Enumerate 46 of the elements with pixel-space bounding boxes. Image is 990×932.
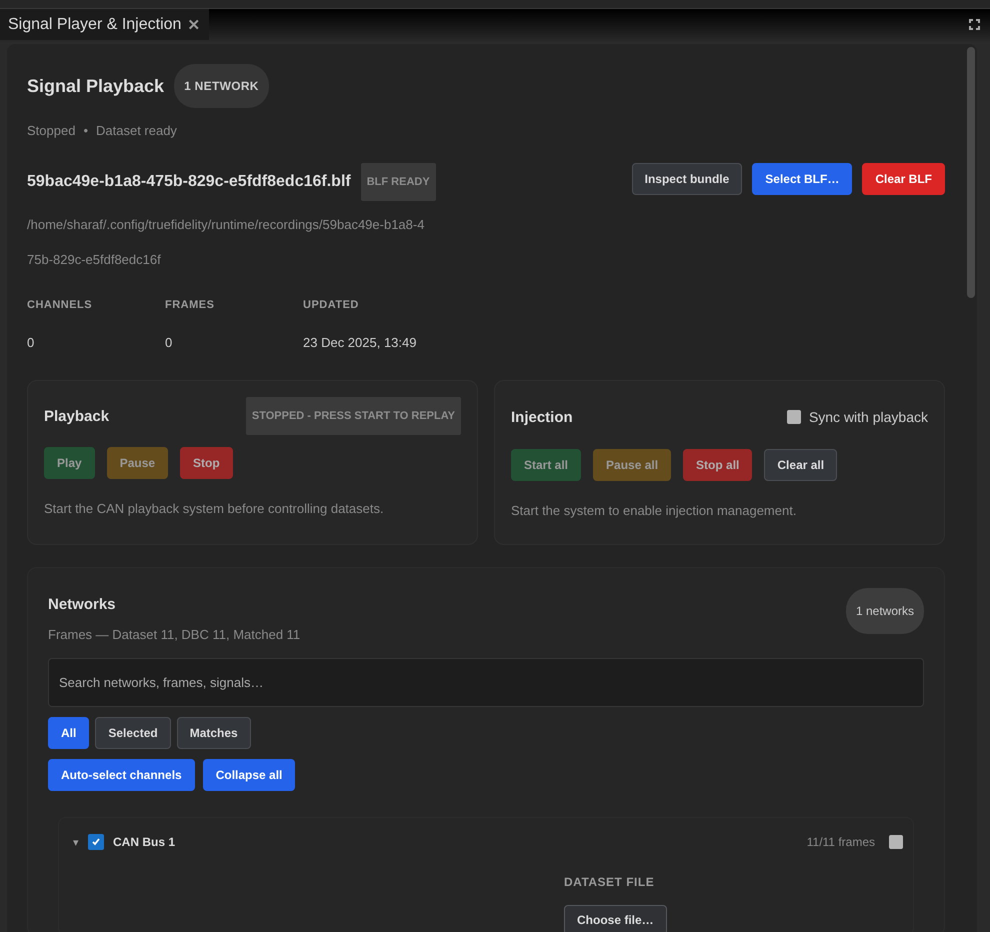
page-title: Signal Playback xyxy=(27,76,164,96)
card-title: Injection xyxy=(511,408,573,426)
network-checkbox[interactable] xyxy=(88,834,104,850)
network-count-badge: 1 NETWORK xyxy=(174,64,269,108)
stat-label: UPDATED xyxy=(303,299,360,311)
search-field[interactable]: Search networks, frames, signals… xyxy=(48,658,924,707)
playback-status-badge: STOPPED - PRESS START TO REPLAY xyxy=(246,397,461,435)
caret-icon[interactable]: ▾ xyxy=(73,836,79,848)
card-title: Playback xyxy=(44,408,110,424)
section-title: Networks xyxy=(48,596,117,613)
status-text: Dataset ready xyxy=(96,123,177,138)
network-action-button[interactable]: Auto-select channels xyxy=(48,759,195,791)
file-path: /home/sharaf/.config/truefidelity/runtime/recordings/59bac49e-b1a8-475b-829c-e5fdf8edc16f xyxy=(27,216,426,269)
stat-value: 23 Dec 2025, 13:49 xyxy=(303,335,418,350)
checkbox-label: Sync with playback xyxy=(808,409,928,425)
choose-file-button[interactable]: Choose file… xyxy=(564,905,667,932)
hint-text: Start the CAN playback system before controlling datasets. xyxy=(44,501,385,516)
filter-tab[interactable]: Matches xyxy=(176,717,251,749)
file-action-button[interactable]: Clear BLF xyxy=(862,163,945,195)
separator-dot: • xyxy=(83,123,88,138)
fullscreen-icon[interactable] xyxy=(969,19,980,30)
filter-tab[interactable]: All xyxy=(48,717,90,749)
filter-tab[interactable]: Selected xyxy=(95,717,171,749)
stat-value: 0 xyxy=(27,335,36,350)
stat-label: FRAMES xyxy=(165,299,216,311)
field-label: DATASET FILE xyxy=(564,875,656,889)
status-text: Stopped xyxy=(27,123,76,138)
scrollbar-thumb[interactable] xyxy=(967,47,975,298)
file-action-button[interactable]: Select BLF… xyxy=(752,163,852,195)
panel-tab[interactable]: Signal Player & Injection ✕ xyxy=(0,9,210,40)
stat-label: CHANNELS xyxy=(27,299,94,311)
select-checkbox[interactable] xyxy=(889,835,903,849)
stat-value: 0 xyxy=(165,335,174,350)
close-button[interactable]: ✕ xyxy=(187,16,200,34)
network-action-button[interactable]: Collapse all xyxy=(202,759,296,791)
frame-count: 11/11 frames xyxy=(806,835,875,849)
hint-text: Start the system to enable injection management. xyxy=(511,503,798,518)
network-name: CAN Bus 1 xyxy=(113,835,176,849)
injection-button[interactable]: Clear all xyxy=(764,449,838,481)
networks-count-badge: 1 networks xyxy=(846,588,924,634)
sync-checkbox[interactable] xyxy=(786,410,801,424)
ready-badge: BLF READY xyxy=(360,163,436,201)
frames-summary: Frames — Dataset 11, DBC 11, Matched 11 xyxy=(48,627,300,642)
file-name: 59bac49e-b1a8-475b-829c-e5fdf8edc16f.blf xyxy=(27,173,351,191)
file-action-button[interactable]: Inspect bundle xyxy=(632,163,742,195)
checkmark-icon xyxy=(91,837,101,847)
